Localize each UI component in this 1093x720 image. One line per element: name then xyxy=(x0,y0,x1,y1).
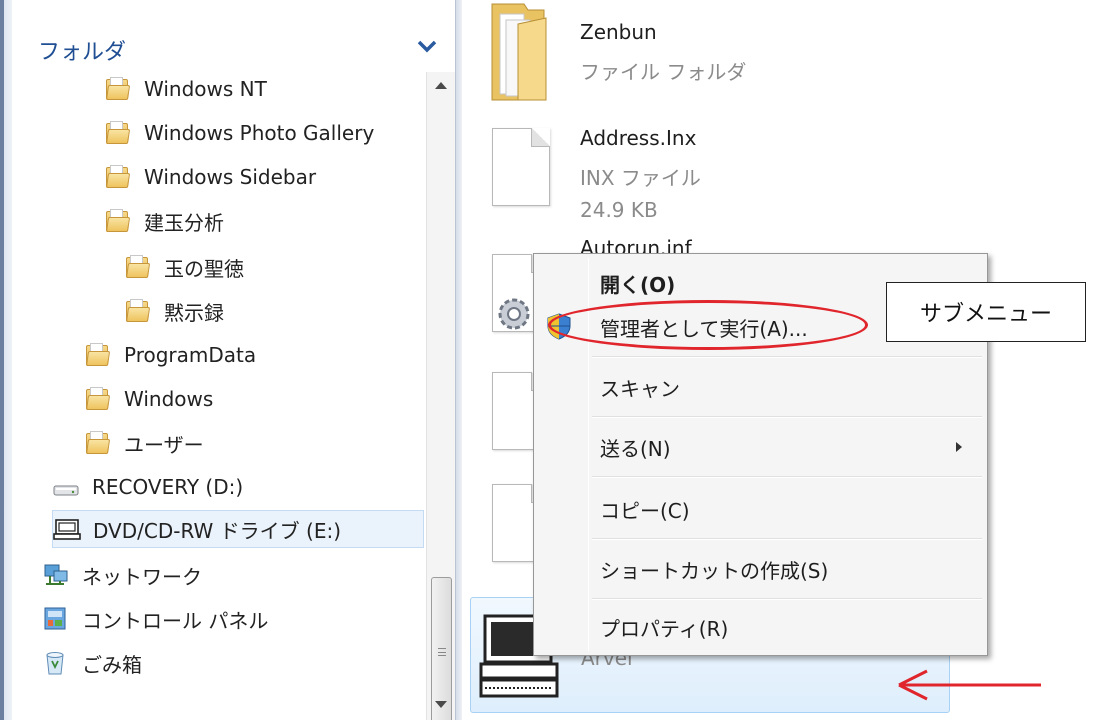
file-size: 24.9 KB xyxy=(580,198,658,222)
menu-separator xyxy=(592,598,982,600)
menu-item-send-to[interactable]: 送る(N) xyxy=(590,422,984,472)
tree-item-tategyoku-bunseki[interactable]: 建玉分析 xyxy=(104,202,224,240)
tree-item-recycle-bin[interactable]: ごみ箱 xyxy=(42,644,142,682)
tree-item-label: Windows NT xyxy=(144,77,267,101)
scrollbar-thumb[interactable] xyxy=(431,577,452,720)
callout-label: サブメニュー xyxy=(886,282,1086,342)
submenu-arrow-icon xyxy=(956,442,962,452)
window-edge xyxy=(0,0,12,720)
network-icon xyxy=(42,562,70,588)
file-name: Address.Inx xyxy=(580,126,697,150)
tree-item-label: ごみ箱 xyxy=(82,652,142,677)
grip-icon xyxy=(438,648,446,656)
file-name: Zenbun xyxy=(580,20,657,44)
tree-item-label: ネットワーク xyxy=(82,564,202,589)
recycle-bin-icon xyxy=(42,650,70,676)
folder-icon xyxy=(124,254,152,280)
gear-icon xyxy=(498,298,530,330)
tree-item-label: Windows xyxy=(124,387,214,411)
folder-icon xyxy=(104,76,132,102)
scroll-up-icon[interactable] xyxy=(435,82,447,89)
chevron-down-icon[interactable] xyxy=(416,40,438,54)
tree-item-label: 建玉分析 xyxy=(144,210,224,235)
file-type: ファイル フォルダ xyxy=(580,60,747,84)
tree-item-label: RECOVERY (D:) xyxy=(92,475,244,499)
folder-icon xyxy=(84,386,112,412)
tree-item-users[interactable]: ユーザー xyxy=(84,424,204,462)
tree-item-programdata[interactable]: ProgramData xyxy=(84,336,256,374)
folder-icon xyxy=(84,342,112,368)
tree-item-network[interactable]: ネットワーク xyxy=(42,556,202,594)
folders-header[interactable]: フォルダ xyxy=(12,8,455,66)
folder-icon xyxy=(124,298,152,324)
folder-icon xyxy=(84,430,112,456)
menu-separator xyxy=(592,356,982,358)
tree-item-label: ユーザー xyxy=(124,432,204,457)
tree-item-label: Windows Photo Gallery xyxy=(144,121,375,145)
tree-item-label: Windows Sidebar xyxy=(144,165,317,189)
folder-icon xyxy=(104,164,132,190)
tree-item-mokushiroku[interactable]: 黙示録 xyxy=(124,292,224,330)
folder-icon xyxy=(104,120,132,146)
arrow-left-icon xyxy=(898,669,1041,701)
explorer-window: フォルダ Windows NT Windows Photo Gallery Wi… xyxy=(0,0,1093,720)
file-type: INX ファイル xyxy=(580,166,701,190)
folder-icon xyxy=(104,208,132,234)
drive-icon xyxy=(52,474,80,500)
folders-header-label: フォルダ xyxy=(38,40,127,65)
menu-separator xyxy=(592,416,982,418)
tree-item-control-panel[interactable]: コントロール パネル xyxy=(42,600,268,638)
menu-item-scan[interactable]: スキャン xyxy=(590,362,984,412)
dvd-drive-icon xyxy=(53,516,81,542)
tree-item-windows-photo-gallery[interactable]: Windows Photo Gallery xyxy=(104,114,374,152)
pane-splitter[interactable] xyxy=(455,0,462,720)
menu-item-create-shortcut[interactable]: ショートカットの作成(S) xyxy=(590,544,984,594)
highlight-ellipse xyxy=(548,300,868,350)
tree-item-label: DVD/CD-RW ドライブ (E:) xyxy=(93,518,342,543)
nav-scrollbar[interactable] xyxy=(426,72,456,720)
navigation-pane: フォルダ Windows NT Windows Photo Gallery Wi… xyxy=(12,0,456,720)
tree-item-windows-sidebar[interactable]: Windows Sidebar xyxy=(104,158,316,196)
menu-separator xyxy=(592,476,982,478)
tree-item-recovery-drive[interactable]: RECOVERY (D:) xyxy=(52,468,243,506)
tree-item-windows[interactable]: Windows xyxy=(84,380,213,418)
tree-item-label: 玉の聖徳 xyxy=(164,256,244,281)
tree-item-label: ProgramData xyxy=(124,343,257,367)
control-panel-icon xyxy=(42,606,70,632)
tree-item-label: 黙示録 xyxy=(164,300,224,325)
document-icon xyxy=(492,128,550,206)
folder-icon xyxy=(491,3,547,101)
tree-item-dvd-drive[interactable]: DVD/CD-RW ドライブ (E:) xyxy=(52,510,424,548)
menu-separator xyxy=(592,538,982,540)
menu-item-copy[interactable]: コピー(C) xyxy=(590,484,984,534)
tree-item-windows-nt[interactable]: Windows NT xyxy=(104,70,267,108)
scroll-down-icon[interactable] xyxy=(435,701,447,708)
tree-item-label: コントロール パネル xyxy=(82,608,269,633)
menu-item-properties[interactable]: プロパティ(R) xyxy=(590,602,984,652)
tree-item-gyoku-no-seitoku[interactable]: 玉の聖徳 xyxy=(124,248,244,286)
